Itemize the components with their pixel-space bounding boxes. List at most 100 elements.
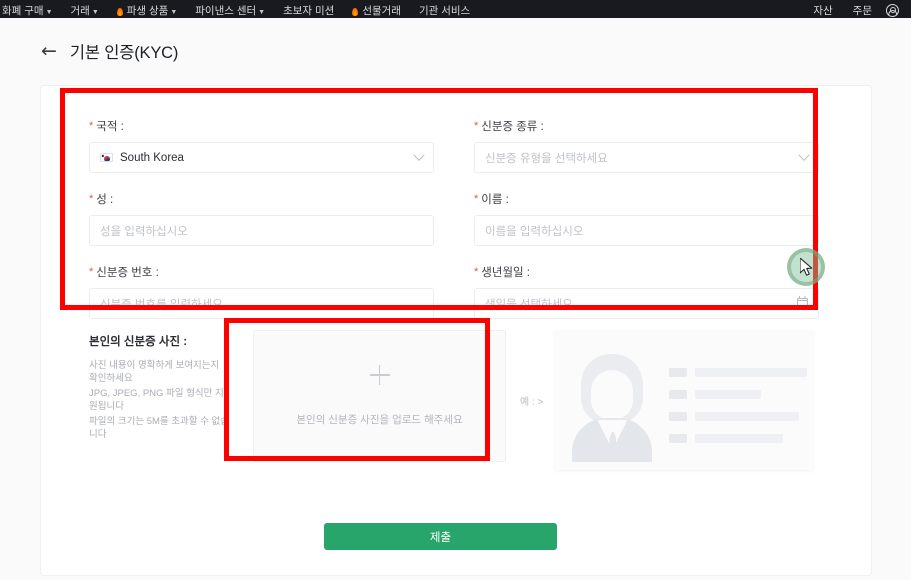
nav-label-3: 파이낸스 센터 bbox=[195, 5, 257, 17]
required-marker: * bbox=[474, 192, 479, 205]
id-type-value: 신분증 유형을 선택하세요 bbox=[485, 152, 608, 165]
field-nationality: * 국적 : South Korea bbox=[89, 118, 434, 173]
field-label-id-type: * 신분증 종류 : bbox=[474, 118, 819, 134]
field-label-first-name: * 이름 : bbox=[474, 191, 819, 207]
nationality-value: South Korea bbox=[120, 151, 184, 164]
sample-chip bbox=[669, 412, 688, 421]
required-marker: * bbox=[89, 192, 94, 205]
sample-line-row bbox=[669, 434, 807, 443]
chevron-down-icon: ▼ bbox=[170, 9, 178, 16]
sample-line-row bbox=[669, 368, 808, 377]
sample-line-row bbox=[669, 390, 807, 399]
id-photo-section: 본인의 신분증 사진 : 사진 내용이 명확하게 보여지는지 확인하세요 JPG… bbox=[89, 330, 829, 470]
nav-label-4: 초보자 미션 bbox=[283, 5, 335, 17]
page-header: ← 기본 인증(KYC) bbox=[0, 18, 911, 63]
field-birth-date: * 생년월일 : 생일을 선택하세요 bbox=[474, 264, 819, 319]
sample-line-row bbox=[669, 412, 807, 421]
sample-bar bbox=[695, 368, 808, 377]
label-text: 이름 : bbox=[481, 194, 509, 206]
field-last-name: * 성 : 성을 입력하십시오 bbox=[89, 191, 434, 246]
sample-chip bbox=[669, 390, 688, 399]
chevron-down-icon bbox=[798, 149, 810, 161]
nav-item-6[interactable]: 기관 서비스 bbox=[410, 6, 479, 17]
nav-item-orders[interactable]: 주문 bbox=[843, 6, 882, 17]
label-text: 국적 : bbox=[96, 121, 124, 133]
example-label: 예 : > bbox=[520, 396, 544, 408]
required-marker: * bbox=[474, 119, 479, 132]
last-name-input-wrap[interactable]: 성을 입력하십시오 bbox=[89, 215, 434, 246]
required-marker: * bbox=[89, 265, 94, 278]
nav-item-0[interactable]: 화폐 구매 ▼ bbox=[0, 6, 62, 17]
sample-text-lines bbox=[669, 368, 808, 462]
sample-portrait-icon bbox=[569, 354, 655, 462]
field-label-last-name: * 성 : bbox=[89, 191, 434, 207]
page-title: 기본 인증(KYC) bbox=[69, 44, 179, 62]
chevron-down-icon bbox=[413, 149, 425, 161]
field-first-name: * 이름 : 이름을 입력하십시오 bbox=[474, 191, 819, 246]
kyc-form-card: * 국적 : South Korea * 신분증 종류 : 신분증 유형을 선택… bbox=[41, 86, 871, 575]
nav-item-assets[interactable]: 자산 bbox=[803, 6, 842, 17]
nationality-select[interactable]: South Korea bbox=[89, 142, 434, 173]
id-type-select[interactable]: 신분증 유형을 선택하세요 bbox=[474, 142, 819, 173]
field-id-type: * 신분증 종류 : 신분증 유형을 선택하세요 bbox=[474, 118, 819, 173]
user-avatar-icon[interactable] bbox=[886, 4, 899, 17]
nav-item-2[interactable]: 파생 상품 ▼ bbox=[108, 6, 187, 17]
id-photo-dropzone[interactable]: 본인의 신분증 사진을 업로드 해주세요 bbox=[253, 330, 506, 462]
birth-date-placeholder: 생일을 선택하세요 bbox=[485, 298, 573, 311]
submit-button[interactable]: 제출 bbox=[324, 523, 557, 550]
nav-label-0: 화폐 구매 bbox=[2, 5, 44, 17]
back-arrow-icon[interactable]: ← bbox=[41, 41, 57, 61]
required-marker: * bbox=[474, 265, 479, 278]
nav-label-2: 파생 상품 bbox=[126, 5, 169, 17]
label-text: 신분증 종류 : bbox=[481, 121, 544, 133]
nav-label-5: 선물거래 bbox=[362, 5, 401, 17]
nav-item-5[interactable]: 선물거래 bbox=[343, 6, 410, 17]
calendar-icon[interactable] bbox=[796, 296, 809, 309]
field-label-nationality: * 국적 : bbox=[89, 118, 434, 134]
kyc-form-grid: * 국적 : South Korea * 신분증 종류 : 신분증 유형을 선택… bbox=[89, 118, 819, 319]
page-body: ← 기본 인증(KYC) * 국적 : South Korea * 신분증 종류… bbox=[0, 18, 911, 580]
upload-hint-0: 사진 내용이 명확하게 보여지는지 확인하세요 bbox=[89, 360, 220, 384]
id-number-input-wrap[interactable]: 신분증 번호를 입력하세요 bbox=[89, 288, 434, 319]
nav-label-6: 기관 서비스 bbox=[418, 5, 471, 17]
nationality-value-wrap: South Korea bbox=[100, 152, 415, 164]
label-text: 성 : bbox=[96, 194, 114, 206]
nav-item-1[interactable]: 거래 ▼ bbox=[62, 6, 108, 17]
top-navbar: 화폐 구매 ▼ 거래 ▼ 파생 상품 ▼ 파이낸스 센터 ▼ 초보자 미션 선물… bbox=[0, 0, 911, 18]
chevron-down-icon: ▼ bbox=[91, 9, 99, 16]
chevron-down-icon: ▼ bbox=[45, 9, 53, 16]
nav-label-orders: 주문 bbox=[852, 5, 872, 17]
field-id-number: * 신분증 번호 : 신분증 번호를 입력하세요 bbox=[89, 264, 434, 319]
fire-icon bbox=[116, 7, 123, 16]
upload-hint-1: JPG, JPEG, PNG 파일 형식만 지원됩니다 bbox=[89, 388, 224, 412]
first-name-input-wrap[interactable]: 이름을 입력하십시오 bbox=[474, 215, 819, 246]
last-name-placeholder: 성을 입력하십시오 bbox=[100, 225, 188, 238]
sample-bar bbox=[695, 412, 800, 421]
id-card-sample-icon bbox=[555, 330, 814, 470]
field-label-birth-date: * 생년월일 : bbox=[474, 264, 819, 280]
navbar-left-menu: 화폐 구매 ▼ 거래 ▼ 파생 상품 ▼ 파이낸스 센터 ▼ 초보자 미션 선물… bbox=[0, 6, 803, 17]
upload-heading: 본인의 신분증 사진 : bbox=[89, 336, 188, 348]
birth-date-picker[interactable]: 생일을 선택하세요 bbox=[474, 288, 819, 319]
sample-bar bbox=[695, 390, 762, 399]
plus-icon bbox=[369, 365, 390, 385]
sample-bar bbox=[695, 434, 784, 443]
sample-chip bbox=[669, 368, 688, 377]
chevron-down-icon: ▼ bbox=[258, 9, 266, 16]
first-name-placeholder: 이름을 입력하십시오 bbox=[485, 225, 584, 238]
portrait-face bbox=[591, 370, 634, 420]
label-text: 신분증 번호 : bbox=[96, 267, 159, 279]
south-korea-flag-icon bbox=[100, 153, 113, 162]
field-label-id-number: * 신분증 번호 : bbox=[89, 264, 434, 280]
upload-instructions: 본인의 신분증 사진 : 사진 내용이 명확하게 보여지는지 확인하세요 JPG… bbox=[89, 330, 229, 470]
sample-chip bbox=[669, 434, 688, 443]
nav-item-3[interactable]: 파이낸스 센터 ▼ bbox=[186, 6, 274, 17]
nav-item-4[interactable]: 초보자 미션 bbox=[274, 6, 343, 17]
fire-icon bbox=[352, 7, 359, 16]
dropzone-label: 본인의 신분증 사진을 업로드 해주세요 bbox=[296, 414, 463, 426]
nav-label-1: 거래 bbox=[70, 5, 90, 17]
nav-label-assets: 자산 bbox=[813, 5, 833, 17]
navbar-right-menu: 자산 주문 bbox=[803, 4, 905, 17]
label-text: 생년월일 : bbox=[481, 267, 530, 279]
upload-hint-2: 파일의 크기는 5M를 초과할 수 없습니다 bbox=[89, 416, 230, 440]
